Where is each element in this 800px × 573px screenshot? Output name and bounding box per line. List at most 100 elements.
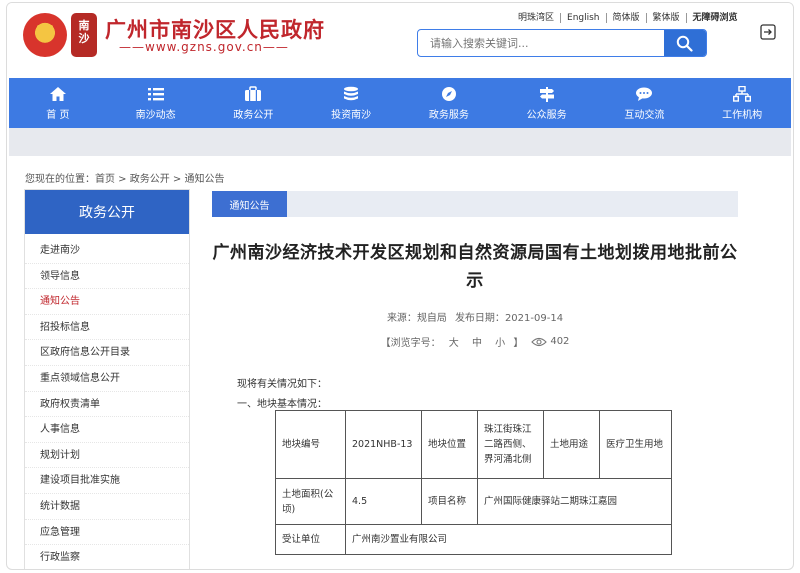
sidebar: 政务公开 走进南沙 领导信息 通知公告 招投标信息 区政府信息公开目录 重点领域… [24, 189, 190, 569]
breadcrumb-separator: > [169, 174, 185, 185]
list-icon [147, 87, 164, 100]
top-link-traditional[interactable]: 繁体版 [645, 13, 686, 23]
sidebar-item[interactable]: 行政监察 [25, 545, 189, 569]
chat-icon [636, 87, 653, 101]
table-row: 受让单位 广州南沙置业有限公司 [275, 524, 672, 555]
search-input[interactable] [418, 30, 666, 56]
nav-item-gov-service[interactable]: 政务服务 [400, 78, 498, 128]
sub-banner [9, 128, 791, 156]
national-emblem-icon [23, 13, 67, 57]
sidebar-item[interactable]: 人事信息 [25, 417, 189, 443]
search-box [417, 29, 707, 57]
sidebar-item[interactable]: 规划计划 [25, 443, 189, 469]
breadcrumb-home[interactable]: 首页 [95, 174, 115, 185]
font-size-label: 【浏览字号： [380, 338, 441, 349]
date-value: 2021-09-14 [504, 313, 564, 324]
font-size-medium[interactable]: 中 [472, 338, 482, 349]
view-count: 402 [531, 336, 569, 347]
org-chart-icon [733, 85, 752, 102]
content-tab-bar: 通知公告 [212, 191, 738, 217]
nansha-seal-logo: 南沙 [71, 13, 97, 57]
top-links: 明珠湾区 English 简体版 繁体版 无障碍浏览 [512, 11, 744, 25]
nav-label: 工作机构 [722, 109, 763, 121]
site-header: 南沙 广州市南沙区人民政府 ——www.gzns.gov.cn—— 明珠湾区 E… [7, 3, 793, 78]
sidebar-item-active[interactable]: 通知公告 [25, 289, 189, 315]
table-cell: 土地用途 [543, 410, 600, 479]
top-link-simplified[interactable]: 简体版 [605, 13, 646, 23]
table-cell: 医疗卫生用地 [599, 410, 672, 479]
compass-icon [441, 86, 456, 101]
breadcrumb: 您现在的位置：首页 > 政务公开 > 通知公告 [25, 170, 225, 185]
nav-label: 政务公开 [233, 109, 274, 121]
table-cell: 地块位置 [421, 410, 478, 479]
top-link-english[interactable]: English [560, 13, 606, 23]
sidebar-item[interactable]: 政府权责清单 [25, 392, 189, 418]
exit-icon[interactable] [759, 23, 777, 41]
intro-text: 现将有关情况如下： [237, 379, 327, 390]
table-cell: 广州国际健康驿站二期珠江嘉园 [477, 478, 672, 525]
nav-label: 南沙动态 [135, 109, 176, 121]
table-cell: 土地面积(公顷) [275, 478, 346, 525]
section-heading: 一、地块基本情况： [237, 399, 327, 410]
sidebar-item[interactable]: 走进南沙 [25, 238, 189, 264]
table-cell: 受让单位 [275, 524, 346, 555]
nav-item-agencies[interactable]: 工作机构 [693, 78, 791, 128]
table-cell: 珠江街珠江二路西侧、界河涌北侧 [477, 410, 544, 479]
breadcrumb-gov-affairs[interactable]: 政务公开 [130, 174, 170, 185]
nav-item-public-service[interactable]: 公众服务 [498, 78, 596, 128]
home-icon [49, 86, 66, 101]
eye-icon [531, 337, 548, 346]
table-row: 地块编号 2021NHB-13 地块位置 珠江街珠江二路西侧、界河涌北侧 土地用… [275, 410, 672, 479]
sidebar-item[interactable]: 区政府信息公开目录 [25, 340, 189, 366]
font-size-large[interactable]: 大 [449, 338, 459, 349]
sidebar-item[interactable]: 招投标信息 [25, 315, 189, 341]
main-nav: 首 页 南沙动态 政务公开 投资南沙 政务服务 公众服务 互动交流 工作机构 [9, 78, 791, 128]
table-row: 土地面积(公顷) 4.5 项目名称 广州国际健康驿站二期珠江嘉园 [275, 478, 672, 525]
article-meta: 来源：规自局 发布日期：2021-09-14 [212, 309, 738, 324]
sidebar-list: 走进南沙 领导信息 通知公告 招投标信息 区政府信息公开目录 重点领域信息公开 … [25, 234, 189, 569]
search-button[interactable] [664, 30, 706, 56]
briefcase-icon [245, 85, 262, 101]
font-size-small[interactable]: 小 [495, 338, 505, 349]
nav-label: 投资南沙 [331, 109, 372, 121]
land-info-table: 地块编号 2021NHB-13 地块位置 珠江街珠江二路西侧、界河涌北侧 土地用… [275, 410, 672, 555]
breadcrumb-prefix: 您现在的位置： [25, 174, 95, 185]
browser-frame: 南沙 广州市南沙区人民政府 ——www.gzns.gov.cn—— 明珠湾区 E… [6, 2, 794, 570]
source-label: 来源： [386, 313, 417, 324]
article-title: 广州南沙经济技术开发区规划和自然资源局国有土地划拨用地批前公示 [212, 243, 738, 291]
nav-label: 互动交流 [624, 109, 665, 121]
table-cell: 地块编号 [275, 410, 346, 479]
nav-label: 首 页 [46, 109, 70, 121]
nav-item-gov-affairs[interactable]: 政务公开 [205, 78, 303, 128]
view-count-value: 402 [550, 336, 570, 347]
coins-icon [344, 86, 359, 100]
source-value: 规自局 [416, 313, 447, 324]
sidebar-item[interactable]: 重点领域信息公开 [25, 366, 189, 392]
table-cell: 4.5 [345, 478, 422, 525]
table-cell: 2021NHB-13 [345, 410, 422, 479]
nav-item-invest[interactable]: 投资南沙 [302, 78, 400, 128]
sidebar-item[interactable]: 建设项目批准实施 [25, 468, 189, 494]
nav-item-news[interactable]: 南沙动态 [107, 78, 205, 128]
search-icon [676, 35, 693, 52]
top-link-accessibility[interactable]: 无障碍浏览 [685, 13, 744, 23]
date-label: 发布日期： [454, 313, 505, 324]
signpost-icon [539, 86, 554, 102]
sidebar-item[interactable]: 统计数据 [25, 494, 189, 520]
table-cell: 广州南沙置业有限公司 [345, 524, 672, 555]
tab-notices[interactable]: 通知公告 [212, 191, 287, 217]
nav-label: 政务服务 [428, 109, 469, 121]
table-cell: 项目名称 [421, 478, 478, 525]
top-link-mingzhuwan[interactable]: 明珠湾区 [512, 13, 560, 23]
site-url: ——www.gzns.gov.cn—— [119, 40, 289, 54]
sidebar-item[interactable]: 领导信息 [25, 264, 189, 290]
breadcrumb-separator: > [115, 174, 130, 185]
nav-label: 公众服务 [526, 109, 567, 121]
font-size-bar: 【浏览字号： 大 中 小 】 402 [212, 334, 738, 349]
sidebar-title: 政务公开 [25, 190, 189, 234]
nav-item-interaction[interactable]: 互动交流 [596, 78, 694, 128]
breadcrumb-current[interactable]: 通知公告 [185, 174, 225, 185]
sidebar-item[interactable]: 应急管理 [25, 520, 189, 546]
nav-item-home[interactable]: 首 页 [9, 78, 107, 128]
font-size-close: 】 [513, 338, 524, 349]
